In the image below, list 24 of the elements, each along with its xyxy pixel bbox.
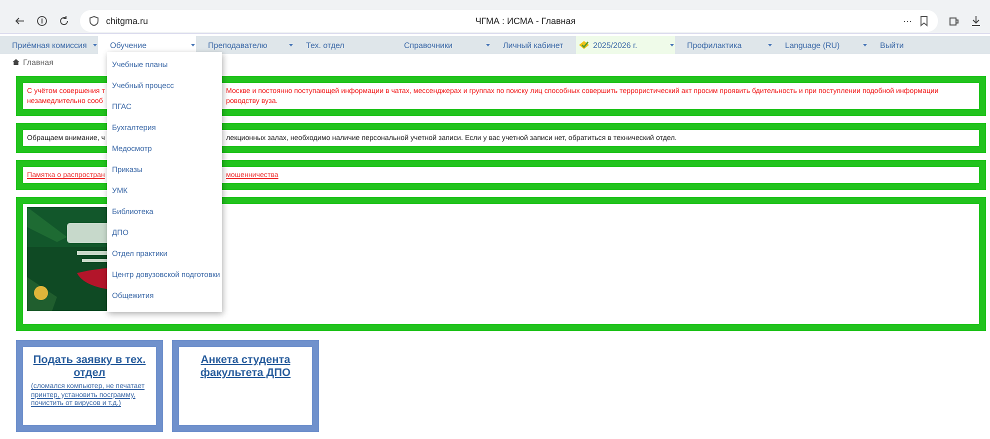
nav-item[interactable]: 2025/2026 г. — [576, 36, 675, 54]
download-icon[interactable] — [970, 14, 982, 26]
shield-outline-icon — [88, 14, 100, 26]
home-icon — [12, 58, 20, 66]
nav-item[interactable]: Личный кабинет — [491, 36, 576, 54]
card-title-link[interactable]: Подать заявку в тех. отдел — [31, 354, 148, 380]
nav-item[interactable]: Language (RU) — [773, 36, 868, 54]
reload-icon[interactable] — [58, 14, 70, 26]
page-url: chitgma.ru — [106, 16, 148, 26]
more-menu[interactable]: ··· — [903, 16, 912, 26]
nav-item[interactable]: Обучение — [98, 36, 196, 54]
nav-item[interactable]: Тех. отдел — [294, 36, 392, 54]
nav-item[interactable]: Выйти — [868, 36, 958, 54]
back-icon[interactable] — [14, 14, 26, 26]
address-bar[interactable]: chitgma.ru ЧГМА : ИСМА - Главная ··· — [80, 10, 938, 32]
nav-item[interactable]: Справочники — [392, 36, 491, 54]
nav-item[interactable]: Преподавателю — [196, 36, 294, 54]
bookmark-icon[interactable] — [918, 14, 930, 26]
breadcrumb-link[interactable]: Главная — [23, 58, 54, 66]
nav-item[interactable]: Профилактика — [675, 36, 773, 54]
card-title-link[interactable]: Анкета студента факультета ДПО — [187, 354, 304, 380]
page-title: ЧГМА : ИСМА - Главная — [474, 16, 577, 26]
extension-icon[interactable] — [948, 14, 960, 26]
nav-item[interactable]: Приёмная комиссия — [0, 36, 98, 54]
